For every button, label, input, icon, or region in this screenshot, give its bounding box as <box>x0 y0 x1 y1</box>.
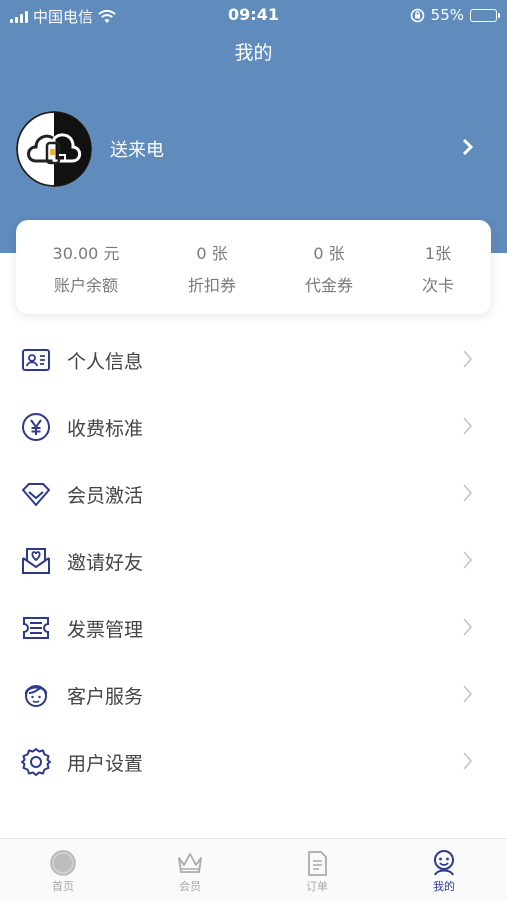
chevron-right-icon <box>463 752 473 770</box>
yen-icon <box>22 413 50 441</box>
stat-times-card[interactable]: 1张 次卡 <box>383 240 493 296</box>
battery-icon <box>470 8 500 22</box>
cloud-charger-logo-icon <box>16 111 92 187</box>
chevron-right-icon <box>463 484 473 502</box>
menu-item-member-activation[interactable]: 会员激活 <box>0 460 507 527</box>
chevron-right-icon <box>463 350 473 368</box>
menu-item-user-settings[interactable]: 用户设置 <box>0 728 507 795</box>
crown-icon <box>178 853 202 873</box>
username: 送来电 <box>110 140 164 161</box>
menu-item-label: 个人信息 <box>67 351 144 373</box>
chevron-right-icon <box>463 551 473 569</box>
stat-voucher[interactable]: 0 张 代金券 <box>274 240 384 296</box>
tab-home[interactable]: 首页 <box>0 839 126 900</box>
order-document-icon <box>308 851 327 876</box>
page-title: 我的 <box>234 42 273 64</box>
avatar[interactable] <box>16 111 92 187</box>
tab-mine[interactable]: 我的 <box>381 839 507 900</box>
stat-balance[interactable]: 30.00 元 账户余额 <box>31 240 141 296</box>
menu-item-label: 客户服务 <box>67 686 144 708</box>
menu-item-invite-friends[interactable]: 邀请好友 <box>0 527 507 594</box>
stat-value: 30.00 元 <box>52 244 120 263</box>
menu-item-pricing[interactable]: 收费标准 <box>0 393 507 460</box>
stat-label: 账户余额 <box>53 276 118 295</box>
menu-item-label: 发票管理 <box>67 619 144 641</box>
menu-item-invoice-management[interactable]: 发票管理 <box>0 594 507 661</box>
invoice-icon <box>23 617 49 639</box>
invite-envelope-icon <box>22 548 50 574</box>
profile-row[interactable]: 送来电 <box>16 111 491 187</box>
stat-value: 0 张 <box>196 244 228 263</box>
menu-item-label: 会员激活 <box>67 485 144 507</box>
home-icon <box>50 850 76 876</box>
tab-bar: 首页 会员 订单 我的 <box>0 838 507 900</box>
stat-discount-coupon[interactable]: 0 张 折扣券 <box>157 240 267 296</box>
status-bar: 中国电信 09:41 55% <box>0 0 507 30</box>
tab-member[interactable]: 会员 <box>127 839 253 900</box>
user-face-icon <box>434 850 454 876</box>
chevron-right-icon <box>463 618 473 636</box>
tab-label: 会员 <box>179 880 201 893</box>
stats-card: 30.00 元 账户余额 0 张 折扣券 0 张 代金券 1张 次卡 <box>16 220 491 314</box>
rotation-lock-icon <box>410 8 424 22</box>
stat-value: 1张 <box>424 244 452 263</box>
stat-label: 次卡 <box>421 276 454 295</box>
chevron-right-icon <box>463 417 473 435</box>
menu-item-label: 邀请好友 <box>67 552 144 574</box>
status-right: 55% <box>410 6 500 24</box>
menu-item-customer-service[interactable]: 客户服务 <box>0 661 507 728</box>
battery-percent: 55% <box>430 6 464 24</box>
chevron-right-icon[interactable] <box>461 137 475 157</box>
menu-item-label: 用户设置 <box>67 753 144 775</box>
tab-label: 首页 <box>52 880 74 893</box>
diamond-icon <box>22 483 50 506</box>
stat-label: 折扣券 <box>187 276 236 295</box>
tab-label: 我的 <box>433 880 455 893</box>
stat-label: 代金券 <box>304 276 353 295</box>
menu-item-personal-info[interactable]: 个人信息 <box>0 326 507 393</box>
chevron-right-icon <box>463 685 473 703</box>
tab-label: 订单 <box>306 880 328 893</box>
settings-gear-icon <box>21 748 51 776</box>
id-card-icon <box>22 349 50 371</box>
menu-item-label: 收费标准 <box>67 418 144 440</box>
customer-service-icon <box>24 685 48 707</box>
stat-value: 0 张 <box>313 244 345 263</box>
tab-orders[interactable]: 订单 <box>254 839 380 900</box>
